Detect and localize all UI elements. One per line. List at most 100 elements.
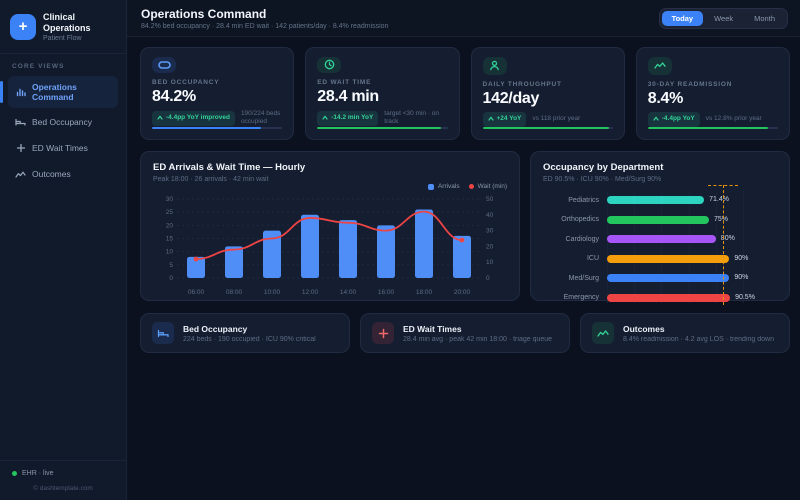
app-logo-plus-icon: +	[10, 13, 36, 40]
svg-text:30: 30	[486, 228, 494, 235]
svg-text:08:00: 08:00	[226, 289, 243, 296]
chart-subtitle: ED 90.5% · ICU 90% · Med/Surg 90%	[543, 176, 662, 183]
chart-title: ED Arrivals & Wait Time — Hourly	[153, 162, 306, 173]
app-title: Clinical Operations	[43, 12, 91, 33]
trend-icon	[592, 322, 614, 344]
dept-value: 90%	[734, 274, 749, 281]
kpi-row: BED OCCUPANCY 84.2% -4.4pp YoY improved …	[140, 47, 790, 140]
hourly-bar-line-chart: 0 5 10 15 20 25 30 0 10 20 30 40 50 06:00 08:00 10:00 12…	[166, 196, 494, 296]
kpi-card-ed-wait-time: ED WAIT TIME 28.4 min -14.2 min YoY targ…	[305, 47, 460, 140]
svg-text:50: 50	[486, 196, 494, 203]
sidebar-footer: EHR · live © dashtemplate.com	[0, 460, 126, 500]
copyright: © dashtemplate.com	[33, 485, 93, 492]
dept-row-pediatrics: Pediatrics 71.4%	[543, 195, 777, 205]
kpi-note: target <30 min · on track	[384, 109, 440, 126]
summary-subtitle: 224 beds · 190 occupied · ICU 90% critic…	[183, 335, 316, 343]
dept-label: Pediatrics	[568, 196, 599, 204]
svg-text:16:00: 16:00	[378, 289, 395, 296]
sidebar: + Clinical Operations Patient Flow CORE …	[0, 0, 127, 500]
dept-row-cardiology: Cardiology 80%	[543, 234, 777, 244]
dept-gridline	[715, 191, 717, 303]
chart-legend: Arrivals Wait (min)	[427, 183, 507, 190]
page-subtitle: 84.2% bed occupancy · 28.4 min ED wait ·…	[141, 22, 389, 30]
bed-icon	[15, 117, 26, 128]
app-root: + Clinical Operations Patient Flow CORE …	[0, 0, 800, 500]
app-subtitle: Patient Flow	[43, 34, 82, 42]
svg-text:0: 0	[486, 275, 490, 282]
dept-bar-fill	[607, 215, 709, 224]
ehr-status: EHR · live	[12, 470, 114, 477]
kpi-progress-fill	[317, 127, 441, 129]
sidebar-item-label: Bed Occupancy	[32, 117, 93, 128]
svg-text:10:00: 10:00	[264, 289, 281, 296]
dept-label: ICU	[586, 255, 599, 262]
dept-row-orthopedics: Orthopedics 75%	[543, 215, 777, 225]
kpi-value: 8.4%	[647, 89, 684, 107]
trend-icon	[647, 57, 672, 75]
kpi-card-bed-occupancy: BED OCCUPANCY 84.2% -4.4pp YoY improved …	[140, 47, 295, 140]
dept-bar-track: 80%	[607, 234, 777, 244]
svg-text:10: 10	[486, 259, 494, 266]
dept-gridline	[688, 191, 690, 303]
svg-text:25: 25	[166, 209, 174, 216]
kpi-label: 30-DAY READMISSION	[647, 80, 733, 88]
bed-icon	[152, 57, 176, 73]
chart-title: Occupancy by Department	[543, 162, 664, 173]
kpi-note: vs 12.8% prior year	[705, 114, 762, 122]
kpi-trend-badge: -14.2 min YoY	[317, 110, 379, 126]
occupancy-threshold-line	[722, 185, 724, 305]
kpi-progress-fill	[647, 126, 768, 129]
kpi-card-daily-throughput: DAILY THROUGHPUT 142/day +24 YoY vs 118 …	[470, 47, 625, 140]
svg-text:40: 40	[486, 212, 494, 219]
sidebar-item-outcomes[interactable]: Outcomes	[8, 163, 118, 186]
dept-row-medsurg: Med/Surg 90%	[543, 273, 777, 283]
kpi-trend-badge: -4.4pp YoY improved	[152, 110, 235, 126]
summary-card-outcomes[interactable]: Outcomes 8.4% readmission · 4.2 avg LOS …	[580, 313, 790, 353]
summary-title: ED Wait Times	[403, 323, 462, 334]
dept-label: Med/Surg	[568, 274, 599, 282]
sidebar-item-bed-occupancy[interactable]: Bed Occupancy	[8, 111, 118, 134]
legend-wait: Wait (min)	[468, 183, 507, 190]
department-chart-card: Occupancy by Department ED 90.5% · ICU 9…	[530, 151, 790, 305]
dept-row-emergency: Emergency 90.5%	[543, 293, 777, 303]
trend-up-icon	[653, 116, 659, 121]
svg-text:20: 20	[486, 243, 494, 250]
kpi-progress-fill	[152, 127, 262, 129]
range-week-button[interactable]: Week	[704, 11, 743, 26]
main-area: Operations Command 84.2% bed occupancy ·…	[127, 0, 800, 500]
time-range-segmented-control: Today Week Month	[658, 7, 788, 29]
sidebar-item-ed-wait-times[interactable]: ED Wait Times	[8, 137, 118, 160]
summary-card-ed-wait-times[interactable]: ED Wait Times 28.4 min avg · peak 42 min…	[360, 313, 570, 353]
kpi-progress-track	[152, 127, 283, 129]
chart-subtitle: Peak 18:00 · 26 arrivals · 42 min wait	[153, 176, 269, 183]
department-bars: Pediatrics 71.4% Orthopedics 75% Cardiol…	[543, 185, 777, 305]
dept-label: Cardiology	[565, 235, 599, 243]
arrivals-swatch-icon	[427, 183, 434, 190]
dept-row-icu: ICU 90%	[543, 254, 777, 264]
kpi-progress-fill	[482, 126, 609, 129]
bar-chart-icon	[15, 86, 26, 97]
live-status-dot-icon	[12, 471, 17, 476]
dept-gridline	[634, 191, 636, 303]
dept-bar-fill	[607, 254, 730, 263]
summary-subtitle: 28.4 min avg · peak 42 min 18:00 · triag…	[403, 335, 553, 343]
summary-title: Bed Occupancy	[183, 323, 248, 334]
range-month-button[interactable]: Month	[744, 11, 785, 26]
sidebar-item-operations-command[interactable]: Operations Command	[0, 75, 118, 108]
ehr-status-label: EHR · live	[22, 470, 54, 477]
range-today-button[interactable]: Today	[661, 10, 704, 26]
page-title: Operations Command	[141, 6, 267, 21]
bed-icon	[152, 322, 174, 344]
dept-label: Emergency	[563, 294, 599, 301]
summary-title: Outcomes	[623, 323, 665, 334]
svg-text:20:00: 20:00	[454, 289, 471, 296]
svg-text:20: 20	[166, 222, 174, 229]
summary-subtitle: 8.4% readmission · 4.2 avg LOS · trendin…	[623, 335, 774, 343]
svg-text:0: 0	[169, 275, 173, 282]
kpi-value: 28.4 min	[317, 87, 379, 105]
trend-up-icon	[487, 116, 494, 121]
wait-swatch-icon	[468, 184, 474, 189]
dept-gridline	[607, 191, 608, 303]
dept-bar-fill	[607, 293, 731, 302]
summary-card-bed-occupancy[interactable]: Bed Occupancy 224 beds · 190 occupied · …	[140, 313, 350, 353]
